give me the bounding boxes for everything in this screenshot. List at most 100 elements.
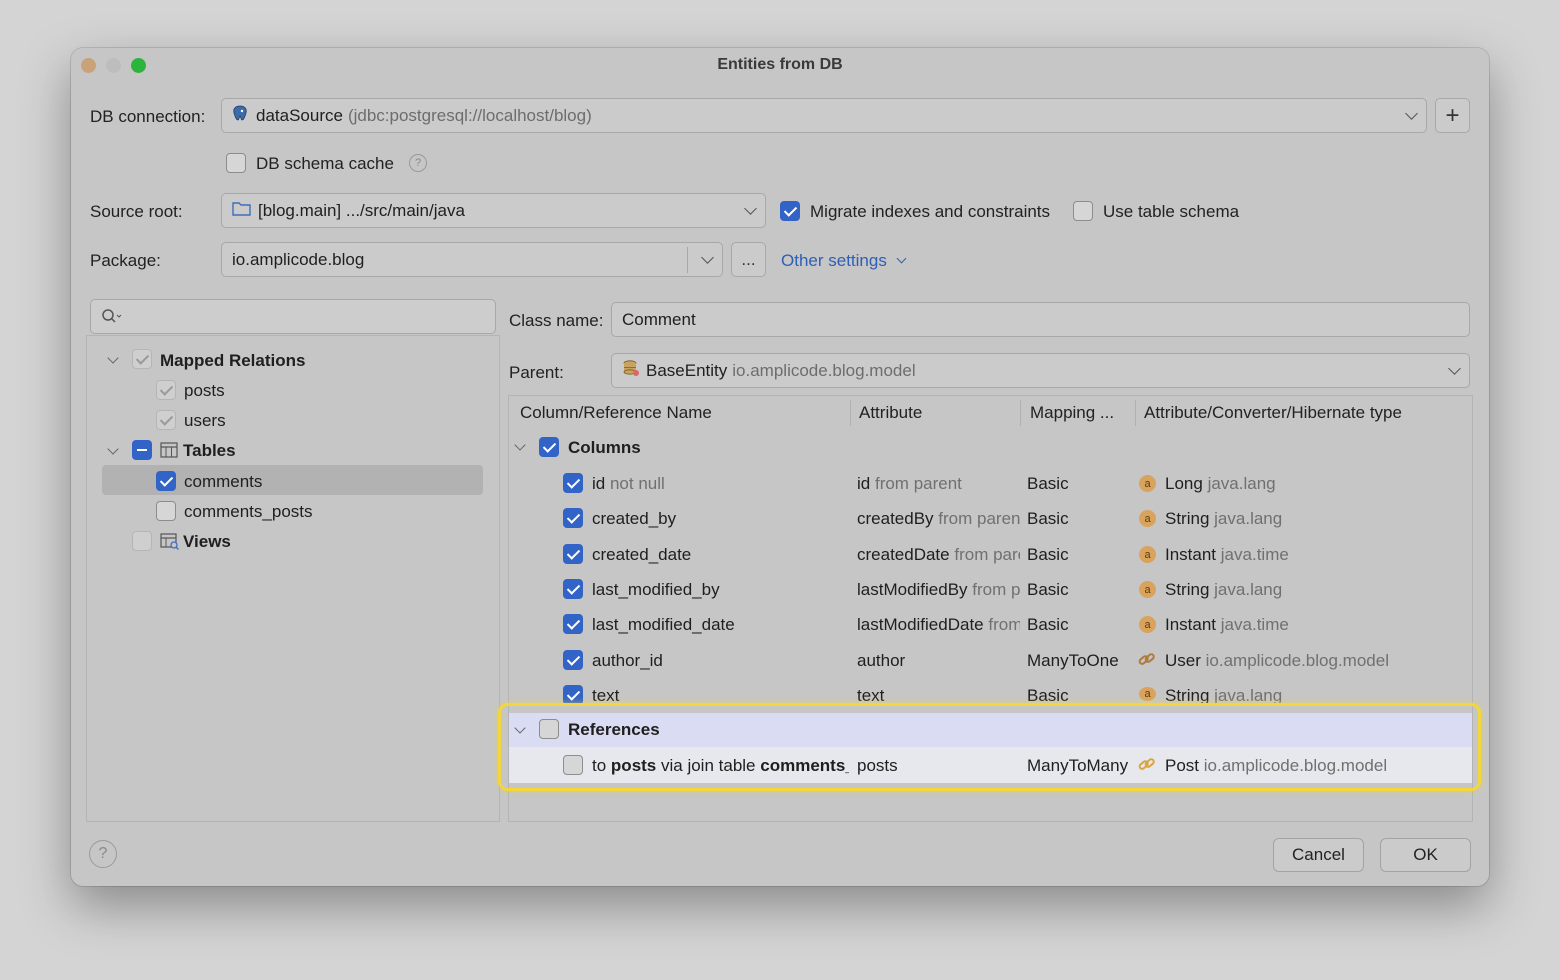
association-link-icon: [1137, 651, 1157, 669]
tree-item-posts[interactable]: posts: [184, 381, 225, 401]
postgresql-icon: [232, 105, 250, 127]
column-divider[interactable]: [1135, 400, 1136, 426]
type-package: java.time: [1220, 615, 1289, 634]
tree-views[interactable]: Views: [183, 532, 231, 552]
column-mapping: Basic: [1027, 580, 1069, 599]
table-icon: [160, 442, 178, 463]
use-table-schema-checkbox[interactable]: [1073, 201, 1093, 221]
package-label: Package:: [90, 251, 161, 270]
parent-package: io.amplicode.blog.model: [732, 360, 916, 380]
column-name-text: created_date: [592, 545, 692, 564]
column-divider[interactable]: [1020, 400, 1021, 426]
package-input[interactable]: io.amplicode.blog: [221, 242, 723, 277]
column-checkbox[interactable]: [563, 473, 583, 493]
column-type: String java.lang: [1165, 580, 1282, 600]
tree-item-comments[interactable]: comments: [184, 472, 262, 492]
db-schema-cache-label: DB schema cache: [256, 154, 394, 173]
tree-tables[interactable]: Tables: [183, 441, 236, 461]
divider: [687, 247, 688, 273]
entity-icon: [622, 359, 642, 382]
help-icon[interactable]: ?: [409, 154, 427, 172]
db-schema-cache-checkbox[interactable]: [226, 153, 246, 173]
views-checkbox[interactable]: [132, 531, 152, 551]
columns-group-checkbox[interactable]: [539, 437, 559, 457]
chevron-down-icon[interactable]: [701, 250, 714, 264]
column-checkbox[interactable]: [563, 685, 583, 705]
attribute-type-icon: a: [1139, 581, 1156, 598]
type-package: java.time: [1220, 545, 1289, 564]
folder-icon: [232, 201, 254, 221]
parent-select[interactable]: BaseEntity io.amplicode.blog.model: [611, 353, 1470, 388]
attribute-extra: from parent: [938, 509, 1020, 528]
type-name: Instant: [1165, 545, 1217, 564]
search-icon: [101, 308, 123, 331]
column-attribute: id from parent: [857, 474, 1020, 494]
header-type[interactable]: Attribute/Converter/Hibernate type: [1144, 396, 1402, 430]
migrate-indexes-checkbox[interactable]: [780, 201, 800, 221]
comments-table-checkbox[interactable]: [156, 471, 176, 491]
class-name-input[interactable]: Comment: [611, 302, 1470, 337]
tables-checkbox[interactable]: [132, 440, 152, 460]
type-name: String: [1165, 509, 1210, 528]
column-attribute: lastModifiedBy from parent: [857, 580, 1020, 600]
package-value: io.amplicode.blog: [232, 249, 365, 269]
columns-group-label: Columns: [568, 438, 641, 457]
column-name-text: author_id: [592, 651, 663, 670]
tree-item-comments-posts[interactable]: comments_posts: [184, 502, 313, 522]
column-checkbox[interactable]: [563, 579, 583, 599]
source-root-value: [blog.main] .../src/main/java: [258, 200, 465, 220]
column-type: Long java.lang: [1165, 474, 1276, 494]
header-mapping[interactable]: Mapping ...: [1030, 396, 1114, 430]
attribute-text: lastModifiedBy: [857, 580, 968, 599]
cancel-button[interactable]: Cancel: [1273, 838, 1364, 872]
attribute-type-icon: a: [1139, 475, 1156, 492]
parent-name: BaseEntity: [646, 360, 728, 380]
type-package: java.lang: [1214, 509, 1283, 528]
posts-relation-checkbox[interactable]: [156, 380, 176, 400]
db-connection-select[interactable]: dataSource (jdbc:postgresql://localhost/…: [221, 98, 1427, 133]
column-name-text: last_modified_date: [592, 615, 735, 634]
column-name-text: last_modified_by: [592, 580, 720, 599]
column-name: last_modified_date: [592, 615, 847, 635]
attribute-text: id: [857, 474, 871, 493]
mapped-relations-checkbox[interactable]: [132, 349, 152, 369]
source-root-select[interactable]: [blog.main] .../src/main/java: [221, 193, 766, 228]
column-checkbox[interactable]: [563, 650, 583, 670]
db-connection-label: DB connection:: [90, 107, 206, 126]
column-attribute: createdBy from parent: [857, 509, 1020, 529]
browse-package-button[interactable]: ...: [731, 242, 766, 277]
column-checkbox[interactable]: [563, 614, 583, 634]
ok-button[interactable]: OK: [1380, 838, 1471, 872]
tree-search-input[interactable]: [90, 299, 496, 334]
parent-label: Parent:: [509, 363, 564, 382]
column-checkbox[interactable]: [563, 544, 583, 564]
header-column-name[interactable]: Column/Reference Name: [520, 396, 712, 430]
tree-mapped-relations[interactable]: Mapped Relations: [160, 351, 305, 371]
tables-tree-panel: [86, 335, 500, 822]
chevron-down-icon: [744, 201, 757, 215]
tree-item-users[interactable]: users: [184, 411, 226, 431]
help-button[interactable]: ?: [89, 840, 117, 868]
users-relation-checkbox[interactable]: [156, 410, 176, 430]
add-connection-button[interactable]: +: [1435, 98, 1470, 133]
title-bar: Entities from DB: [71, 48, 1489, 82]
other-settings-link[interactable]: Other settings: [781, 251, 907, 271]
column-checkbox[interactable]: [563, 508, 583, 528]
column-divider[interactable]: [850, 400, 851, 426]
column-name: last_modified_by: [592, 580, 847, 600]
header-attribute[interactable]: Attribute: [859, 396, 922, 430]
attribute-extra: from parent: [988, 615, 1020, 634]
class-name-value: Comment: [622, 309, 696, 329]
column-type: User io.amplicode.blog.model: [1165, 651, 1389, 671]
column-mapping: Basic: [1027, 545, 1069, 564]
comments-posts-table-checkbox[interactable]: [156, 501, 176, 521]
column-mapping: Basic: [1027, 474, 1069, 493]
column-type: String java.lang: [1165, 509, 1282, 529]
chevron-down-icon: [896, 253, 907, 264]
column-name: author_id: [592, 651, 847, 671]
column-mapping: ManyToOne: [1027, 651, 1119, 670]
type-name: Instant: [1165, 615, 1217, 634]
attribute-extra: from parent: [972, 580, 1020, 599]
column-mapping: Basic: [1027, 615, 1069, 634]
attribute-extra: from parent: [874, 474, 962, 493]
